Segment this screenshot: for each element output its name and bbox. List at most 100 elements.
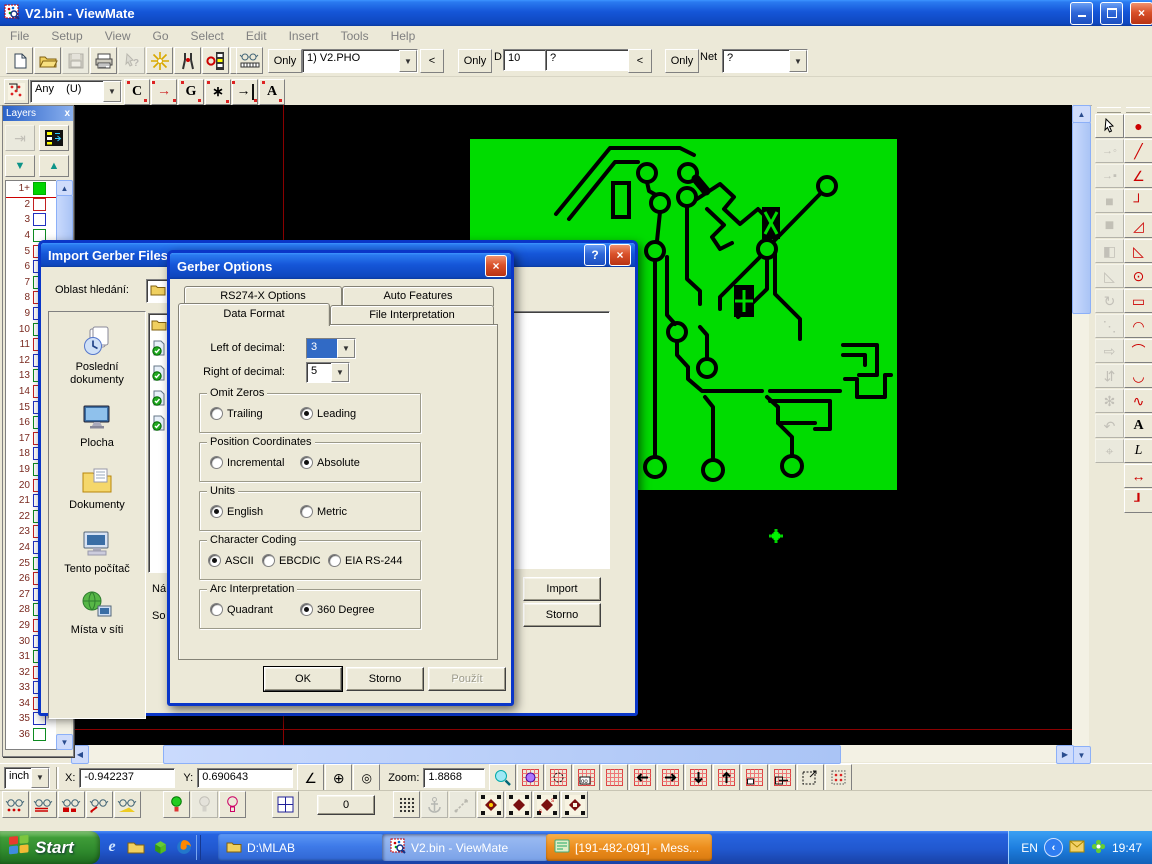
pan-up[interactable]: [713, 764, 740, 791]
clock[interactable]: 19:47: [1112, 841, 1142, 855]
pad-pattern-3[interactable]: ss: [533, 791, 560, 818]
redraw-star[interactable]: [146, 47, 173, 74]
scroll-right-icon[interactable]: ▶: [1056, 745, 1074, 764]
text-tool[interactable]: A: [1124, 414, 1152, 438]
radio-eia[interactable]: EIA RS-244: [328, 554, 402, 567]
only-net-button[interactable]: Only: [665, 49, 699, 73]
import-close-icon[interactable]: ×: [609, 244, 631, 266]
lasso-select[interactable]: ⌖: [1095, 439, 1124, 463]
draw-arc-left[interactable]: ⌒: [1124, 339, 1152, 363]
ok-button[interactable]: OK: [264, 667, 342, 691]
tab-data-format[interactable]: Data Format: [178, 303, 330, 326]
context-help[interactable]: ?: [118, 47, 145, 74]
square-small[interactable]: ■: [1095, 189, 1124, 213]
apply-button[interactable]: Použít: [428, 667, 506, 691]
hide-icons-icon[interactable]: ‹: [1044, 838, 1063, 857]
scroll-down-icon[interactable]: ▼: [1072, 746, 1091, 764]
pan-down[interactable]: [685, 764, 712, 791]
draw-triangle[interactable]: ◺: [1124, 239, 1152, 263]
step-grid-small[interactable]: [741, 764, 768, 791]
chevron-down-icon[interactable]: ▼: [337, 339, 355, 358]
firefox-browser[interactable]: [174, 836, 194, 858]
bulb-off[interactable]: [219, 791, 246, 818]
step-grid-offset[interactable]: [769, 764, 796, 791]
draw-sine[interactable]: ∿: [1124, 389, 1152, 413]
pan-left[interactable]: [629, 764, 656, 791]
pan-right[interactable]: [657, 764, 684, 791]
folder-shortcut[interactable]: [126, 836, 146, 858]
dcode-a[interactable]: A: [259, 79, 285, 105]
radio-trailing[interactable]: Trailing: [210, 407, 263, 420]
start-button[interactable]: Start: [0, 831, 100, 864]
zoom-magnifier[interactable]: [489, 764, 516, 791]
Tools[interactable]: Tools: [341, 29, 369, 43]
dcode-g[interactable]: G: [178, 79, 204, 105]
edit-toolbar-handle[interactable]: [1097, 107, 1121, 113]
layer-row[interactable]: 36: [6, 727, 56, 743]
chevron-down-icon[interactable]: ▼: [789, 50, 807, 72]
horizontal-scroll-thumb[interactable]: [163, 745, 841, 764]
net-query-combo[interactable]: ?▼: [722, 49, 808, 73]
Insert[interactable]: Insert: [289, 29, 319, 43]
measure-glasses[interactable]: [236, 47, 263, 74]
pad-pattern-1[interactable]: [477, 791, 504, 818]
draw-open-arc[interactable]: ◿: [1124, 214, 1152, 238]
zoom-value-field[interactable]: 1.8868: [423, 768, 485, 788]
radio-absolute[interactable]: Absolute: [300, 456, 360, 469]
draw-line[interactable]: ╱: [1124, 139, 1152, 163]
tab-file-interpretation[interactable]: File Interpretation: [330, 305, 494, 326]
layer-up-icon[interactable]: ▲: [39, 155, 69, 177]
dcode-c[interactable]: C: [124, 79, 150, 105]
radio-360-degree[interactable]: 360 Degree: [300, 603, 375, 616]
chevron-down-icon[interactable]: ▼: [331, 363, 349, 382]
horizontal-scrollbar[interactable]: ◀ ▶: [71, 745, 1072, 762]
pad-pattern-2[interactable]: [505, 791, 532, 818]
vector-move[interactable]: [449, 791, 476, 818]
select-window[interactable]: [797, 764, 824, 791]
dcode-prev-button[interactable]: <: [628, 49, 652, 73]
draw-corner[interactable]: ┘: [1124, 189, 1152, 213]
move-element[interactable]: →◦: [1095, 139, 1124, 163]
import-cancel-button[interactable]: Storno: [523, 603, 601, 627]
flip-element[interactable]: ◺: [1095, 264, 1124, 288]
dimension-tool[interactable]: ↔: [1124, 464, 1152, 488]
green-book[interactable]: [150, 836, 170, 858]
messenger-task[interactable]: [191-482-091] - Mess...: [546, 834, 712, 861]
highlight-grid[interactable]: [517, 764, 544, 791]
layer-combo[interactable]: 1) V2.PHO▼: [302, 49, 418, 73]
edit-toolbox[interactable]: [174, 47, 201, 74]
layer-row[interactable]: 3: [6, 212, 56, 228]
print-file[interactable]: [90, 47, 117, 74]
dcode-pattern-icon[interactable]: [4, 79, 29, 104]
import-button[interactable]: Import: [523, 577, 601, 601]
view-blocks-glasses[interactable]: [58, 791, 85, 818]
right-decimal-combo[interactable]: 5 ▼: [306, 362, 350, 383]
film-dcodes[interactable]: [202, 47, 229, 74]
y-coordinate-field[interactable]: 0.690643: [197, 768, 293, 788]
new-file[interactable]: [6, 47, 33, 74]
import-help-button[interactable]: ?: [584, 244, 606, 266]
close-button[interactable]: ×: [1130, 2, 1152, 25]
view-lines-glasses[interactable]: [30, 791, 57, 818]
radio-ascii[interactable]: ASCII: [208, 554, 254, 567]
mirror-element[interactable]: ◧: [1095, 239, 1124, 263]
dcode-grid[interactable]: oo: [573, 764, 600, 791]
vertical-scrollbar[interactable]: ▲ ▼: [1072, 105, 1089, 762]
move-item[interactable]: ⇨: [1095, 339, 1124, 363]
left-decimal-combo[interactable]: 3 ▼: [306, 338, 356, 359]
ie-browser[interactable]: e: [102, 836, 122, 858]
copy-element[interactable]: →▪: [1095, 164, 1124, 188]
corner-points[interactable]: ⋱: [1095, 314, 1124, 338]
x-coordinate-field[interactable]: -0.942237: [79, 768, 175, 788]
probe-locate[interactable]: ◎: [353, 764, 380, 791]
documents[interactable]: Dokumenty: [51, 466, 143, 512]
select-pointer[interactable]: [1095, 114, 1124, 138]
tray-messenger-icon[interactable]: [1091, 839, 1106, 857]
rotate-element[interactable]: ↻: [1095, 289, 1124, 313]
dcode-arrow[interactable]: →: [151, 79, 177, 105]
undo-arc[interactable]: ↶: [1095, 414, 1124, 438]
draw-rectangle[interactable]: ▭: [1124, 289, 1152, 313]
layer-order[interactable]: [39, 125, 69, 151]
draw-pad[interactable]: ●: [1124, 114, 1152, 138]
draw-arc-top[interactable]: ◠: [1124, 314, 1152, 338]
